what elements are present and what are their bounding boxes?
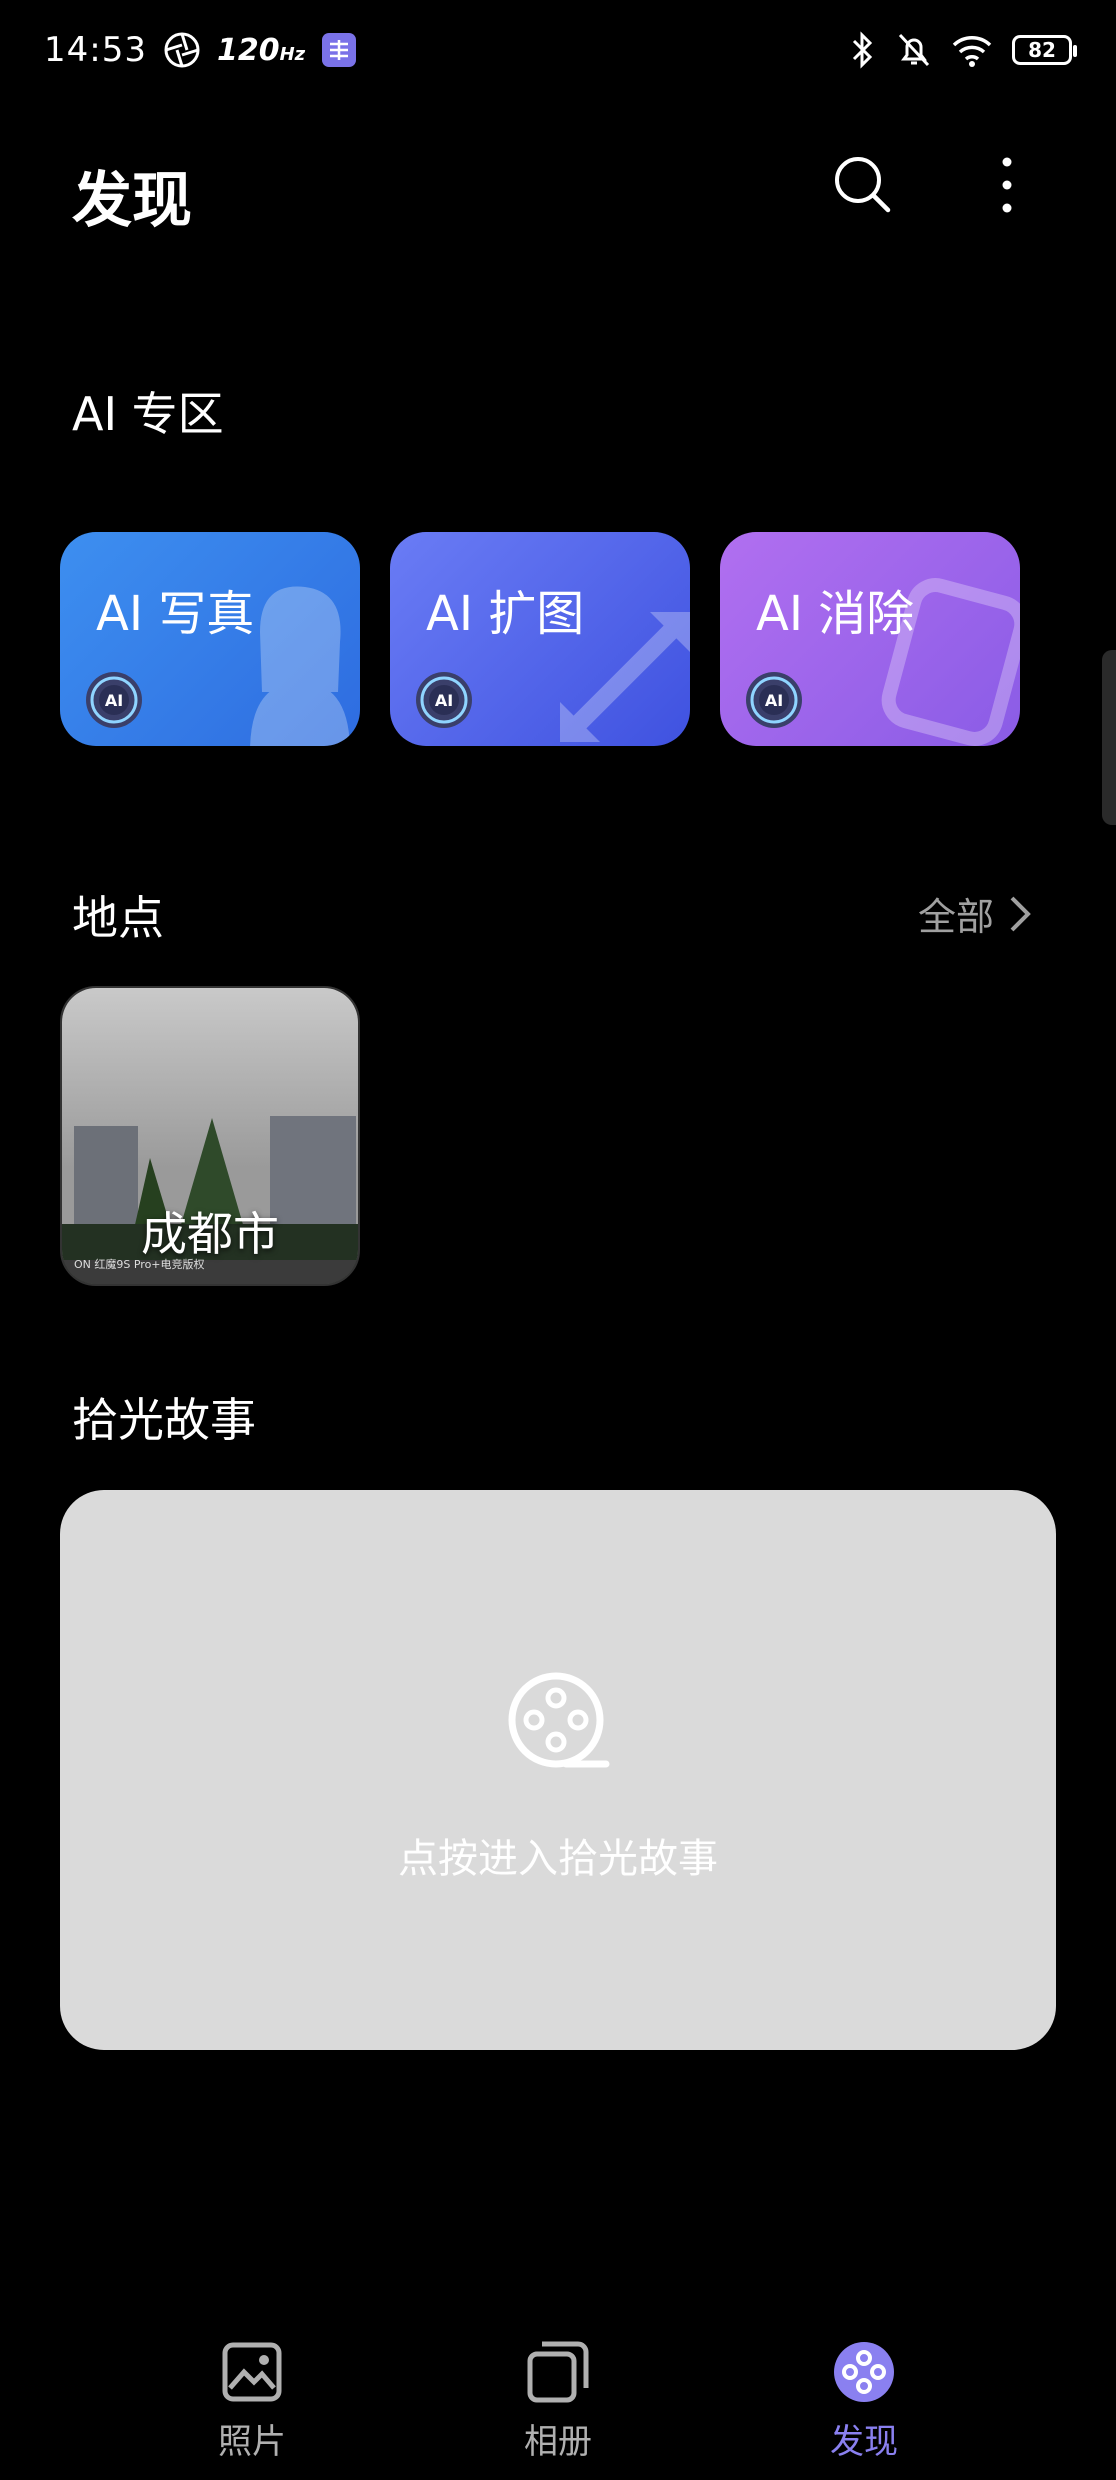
tab-label: 照片 <box>218 2422 286 2462</box>
tab-label: 相册 <box>524 2422 592 2462</box>
see-all-label: 全部 <box>917 895 994 939</box>
ai-card-label: AI 扩图 <box>426 586 585 642</box>
app-header: 发现 <box>0 140 1116 250</box>
discover-icon <box>834 2342 894 2402</box>
ai-badge-text: AI <box>765 691 783 710</box>
search-icon <box>835 157 891 213</box>
ai-card-label: AI 写真 <box>96 586 255 642</box>
tab-label: 发现 <box>830 2422 898 2462</box>
story-entry-card[interactable]: 点按进入拾光故事 <box>60 1490 1056 2050</box>
bottom-tab-bar: 照片 相册 发现 <box>0 2320 1116 2480</box>
photo-watermark: ON 红魔9S Pro+电竞版权 <box>74 1258 205 1271</box>
ai-expand-card[interactable]: AI 扩图 AI <box>390 532 690 746</box>
page-title: 发现 <box>72 166 192 236</box>
wifi-icon <box>952 36 992 67</box>
ai-erase-card[interactable]: AI 消除 AI <box>720 532 1020 746</box>
status-time: 14:53 <box>44 30 147 70</box>
chevron-right-icon <box>1010 896 1031 931</box>
ai-badge-icon: AI <box>416 672 472 728</box>
ai-badge-text: AI <box>105 691 123 710</box>
ai-badge-icon: AI <box>746 672 802 728</box>
story-entry-label: 点按进入拾光故事 <box>398 1836 718 1882</box>
app-notification-icon <box>322 33 357 67</box>
side-drag-handle[interactable] <box>1102 650 1116 825</box>
tab-photos[interactable]: 照片 <box>162 2340 342 2463</box>
story-section-title: 拾光故事 <box>72 1393 256 1447</box>
status-bar: 14:53 120Hz 82 <box>0 0 1116 100</box>
refresh-rate: 120Hz <box>217 33 305 68</box>
battery-indicator: 82 <box>1012 35 1077 65</box>
bell-muted-icon <box>898 33 930 67</box>
ai-card-label: AI 消除 <box>756 586 915 642</box>
more-vertical-icon <box>1002 157 1012 213</box>
ai-badge-text: AI <box>435 691 453 710</box>
bluetooth-icon <box>852 31 873 69</box>
place-name: 成都市 <box>141 1207 279 1261</box>
more-options-button[interactable] <box>982 152 1032 218</box>
aperture-icon <box>164 32 200 68</box>
tab-albums[interactable]: 相册 <box>468 2340 648 2463</box>
places-section-title: 地点 <box>72 891 164 945</box>
status-right: 82 <box>848 22 1077 78</box>
ai-badge-icon: AI <box>86 672 142 728</box>
tab-discover[interactable]: 发现 <box>774 2340 954 2463</box>
see-all-places-link[interactable]: 全部 <box>918 886 1032 941</box>
refresh-rate-unit: Hz <box>279 43 306 65</box>
film-reel-icon <box>508 1672 610 1768</box>
status-left: 14:53 120Hz <box>44 22 357 78</box>
search-button[interactable] <box>830 152 896 218</box>
ai-section-title: AI 专区 <box>72 387 224 441</box>
ai-portrait-card[interactable]: AI 写真 AI <box>60 532 360 746</box>
photo-icon <box>222 2342 282 2402</box>
place-card-chengdu[interactable]: 成都市 ON 红魔9S Pro+电竞版权 <box>60 986 360 1286</box>
album-icon <box>527 2341 589 2403</box>
refresh-rate-value: 120 <box>216 32 280 68</box>
